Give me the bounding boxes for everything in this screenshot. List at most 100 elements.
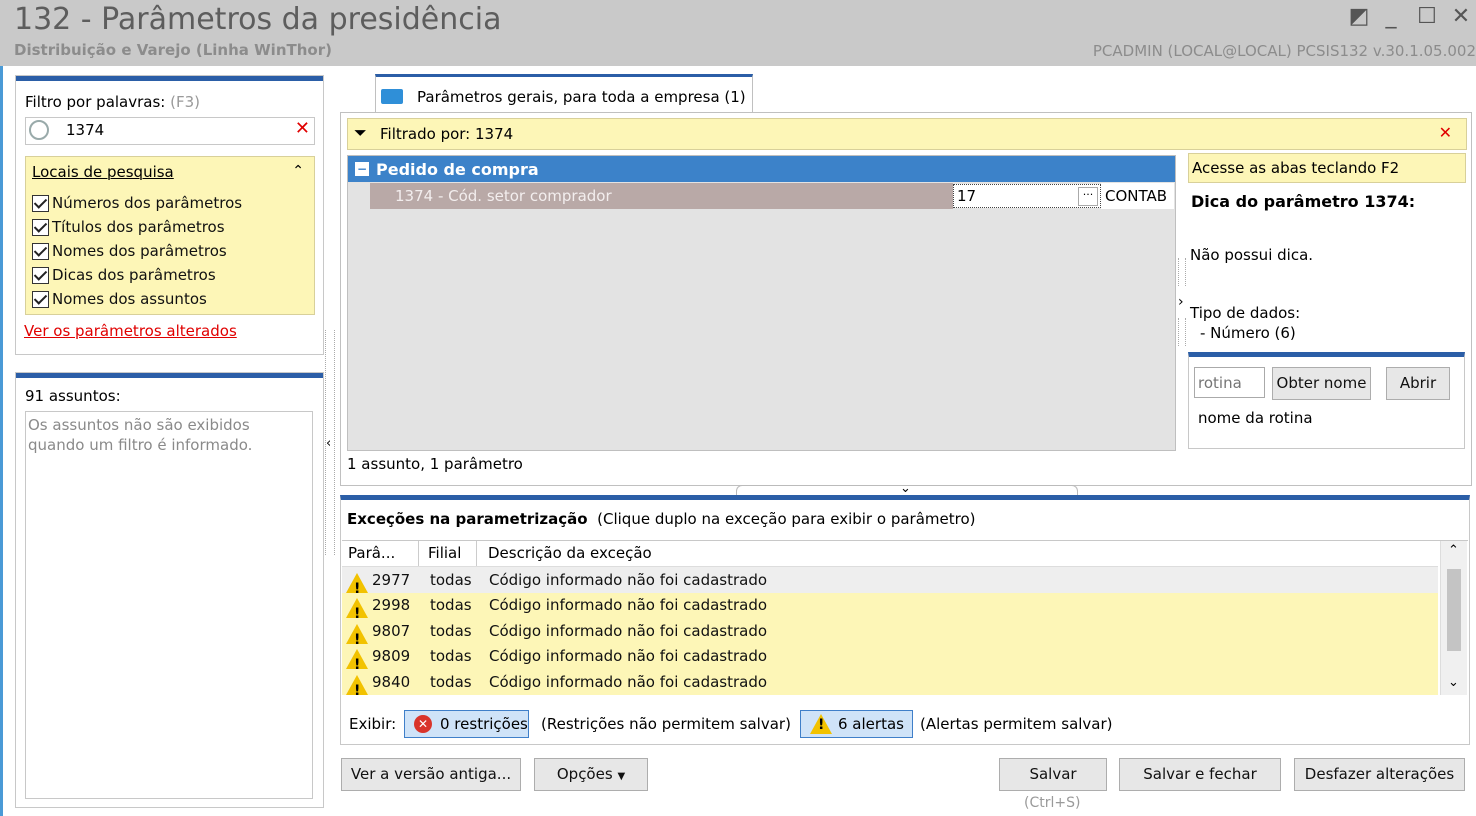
ellipsis-icon[interactable]: ··· <box>1078 187 1098 206</box>
row-param: 2977 <box>372 571 411 589</box>
location-options: Números dos parâmetros Títulos dos parâm… <box>32 191 242 311</box>
changed-params-link[interactable]: Ver os parâmetros alterados <box>24 322 237 340</box>
option-names[interactable]: Nomes dos parâmetros <box>32 239 242 263</box>
option-numbers[interactable]: Números dos parâmetros <box>32 191 242 215</box>
subjects-message: Os assuntos não são exibidos quando um f… <box>28 416 253 454</box>
option-subjects[interactable]: Nomes dos assuntos <box>32 287 242 311</box>
tab-strip: Parâmetros gerais, para toda a empresa (… <box>340 74 1470 115</box>
row-param: 9840 <box>372 673 411 691</box>
subjects-list[interactable]: Os assuntos não são exibidos quando um f… <box>25 411 313 799</box>
error-icon: ✕ <box>414 715 432 733</box>
exceptions-rows: 2977 todas Código informado não foi cada… <box>342 567 1438 704</box>
alerts-label: 6 alertas <box>838 715 904 733</box>
splitter-down-arrow-icon[interactable]: ⌄ <box>900 481 911 496</box>
checkbox-icon[interactable] <box>32 243 49 260</box>
window-title: 132 - Parâmetros da presidência <box>14 2 502 37</box>
param-value-input[interactable]: 17 ··· <box>953 184 1101 208</box>
checkbox-icon[interactable] <box>32 267 49 284</box>
param-grid: − Pedido de compra 1374 - Cód. setor com… <box>347 155 1176 451</box>
tab-general-params[interactable]: Parâmetros gerais, para toda a empresa (… <box>375 74 753 115</box>
filter-panel: Filtro por palavras: (F3) 1374 ✕ Locais … <box>15 75 324 355</box>
subjects-panel: 91 assuntos: Os assuntos não são exibido… <box>15 372 324 808</box>
scroll-up-icon[interactable]: ⌃ <box>1448 543 1459 558</box>
close-icon[interactable]: ✕ <box>1448 4 1474 30</box>
exceptions-scrollbar[interactable]: ⌃ ⌄ <box>1440 541 1467 695</box>
table-row[interactable]: 2998 todas Código informado não foi cada… <box>342 592 1438 627</box>
option-tips[interactable]: Dicas dos parâmetros <box>32 263 242 287</box>
table-row[interactable]: 9807 todas Código informado não foi cada… <box>342 618 1438 653</box>
collapse-icon[interactable]: ⌃ <box>292 163 304 179</box>
exceptions-header-row: Parâ... Filial Descrição da exceção <box>342 541 1438 567</box>
table-row[interactable]: 2977 todas Código informado não foi cada… <box>342 567 1438 602</box>
filter-shortcut: (F3) <box>170 93 201 111</box>
save-button[interactable]: Salvar <box>999 758 1107 791</box>
col-divider <box>476 541 477 566</box>
hint-banner: Acesse as abas teclando F2 <box>1188 153 1466 183</box>
hint-toggle-arrow-icon[interactable]: › <box>1178 294 1184 310</box>
rotina-name: nome da rotina <box>1198 409 1313 427</box>
get-name-button[interactable]: Obter nome <box>1272 367 1371 400</box>
row-desc: Código informado não foi cadastrado <box>489 571 768 589</box>
warning-icon <box>810 714 832 734</box>
user-info: PCADMIN (LOCAL@LOCAL) PCSIS132 v.30.1.05… <box>1092 42 1476 60</box>
row-param: 9807 <box>372 622 411 640</box>
checkbox-icon[interactable] <box>32 291 49 308</box>
warning-icon <box>346 572 368 602</box>
scroll-down-icon[interactable]: ⌄ <box>1448 675 1459 690</box>
checkbox-icon[interactable] <box>32 219 49 236</box>
row-desc: Código informado não foi cadastrado <box>489 647 768 665</box>
hint-splitter-bottom[interactable] <box>1178 318 1186 346</box>
param-extra-cell: CONTAB <box>1101 183 1174 209</box>
table-row[interactable]: 9809 todas Código informado não foi cada… <box>342 643 1438 678</box>
filter-input[interactable]: 1374 ✕ <box>25 117 315 145</box>
table-row[interactable]: 9840 todas Código informado não foi cada… <box>342 669 1438 704</box>
old-version-label: Ver a versão antiga... <box>350 765 512 783</box>
col-filial[interactable]: Filial <box>428 544 461 562</box>
warning-icon <box>346 674 368 704</box>
param-row[interactable]: 1374 - Cód. setor comprador <box>370 183 953 209</box>
hint-title: Dica do parâmetro 1374: <box>1191 192 1416 211</box>
maximize-icon[interactable]: ☐ <box>1414 4 1440 30</box>
save-close-button[interactable]: Salvar e fechar <box>1119 758 1281 791</box>
restore-icon[interactable]: ◩ <box>1346 4 1372 30</box>
row-filial: todas <box>430 647 472 665</box>
folder-icon <box>381 89 403 104</box>
group-header[interactable]: − Pedido de compra <box>348 156 1175 182</box>
row-desc: Código informado não foi cadastrado <box>489 596 768 614</box>
filtered-bar: ⏷ Filtrado por: 1374 ✕ <box>347 118 1467 150</box>
rotina-input[interactable] <box>1194 367 1265 398</box>
checkbox-icon[interactable] <box>32 195 49 212</box>
col-divider <box>418 541 419 566</box>
title-bar: 132 - Parâmetros da presidência Distribu… <box>0 0 1476 66</box>
row-filial: todas <box>430 622 472 640</box>
clear-filtered-icon[interactable]: ✕ <box>1439 123 1452 142</box>
param-extra: CONTAB <box>1105 187 1168 205</box>
filter-value: 1374 <box>66 121 105 139</box>
filter-label: Filtro por palavras: (F3) <box>25 93 201 111</box>
old-version-button[interactable]: Ver a versão antiga... <box>341 758 521 791</box>
row-param: 2998 <box>372 596 411 614</box>
row-param: 9809 <box>372 647 411 665</box>
hint-splitter-top[interactable] <box>1178 258 1186 286</box>
open-button[interactable]: Abrir <box>1386 367 1450 400</box>
scroll-thumb[interactable] <box>1447 569 1461 651</box>
collapse-group-icon[interactable]: − <box>355 162 369 176</box>
exceptions-subtitle: (Clique duplo na exceção para exibir o p… <box>597 510 976 528</box>
clear-filter-icon[interactable]: ✕ <box>295 118 310 139</box>
warning-icon <box>346 623 368 653</box>
col-description[interactable]: Descrição da exceção <box>488 544 652 562</box>
col-param[interactable]: Parâ... <box>348 544 395 562</box>
option-titles[interactable]: Títulos dos parâmetros <box>32 215 242 239</box>
locations-title: Locais de pesquisa <box>32 163 174 181</box>
param-value: 17 <box>957 187 977 205</box>
row-filial: todas <box>430 596 472 614</box>
exceptions-title: Exceções na parametrização <box>347 510 588 528</box>
minimize-icon[interactable]: _ <box>1378 4 1404 30</box>
alerts-button[interactable]: 6 alertas <box>800 710 913 738</box>
restrictions-note: (Restrições não permitem salvar) <box>541 715 791 733</box>
splitter-left-arrow-icon[interactable]: ‹ <box>326 436 331 451</box>
restrictions-button[interactable]: ✕ 0 restrições <box>404 710 529 738</box>
window-subtitle: Distribuição e Varejo (Linha WinThor) <box>14 41 332 59</box>
options-button[interactable]: Opções ▼ <box>534 758 648 791</box>
undo-changes-button[interactable]: Desfazer alterações <box>1294 758 1465 791</box>
